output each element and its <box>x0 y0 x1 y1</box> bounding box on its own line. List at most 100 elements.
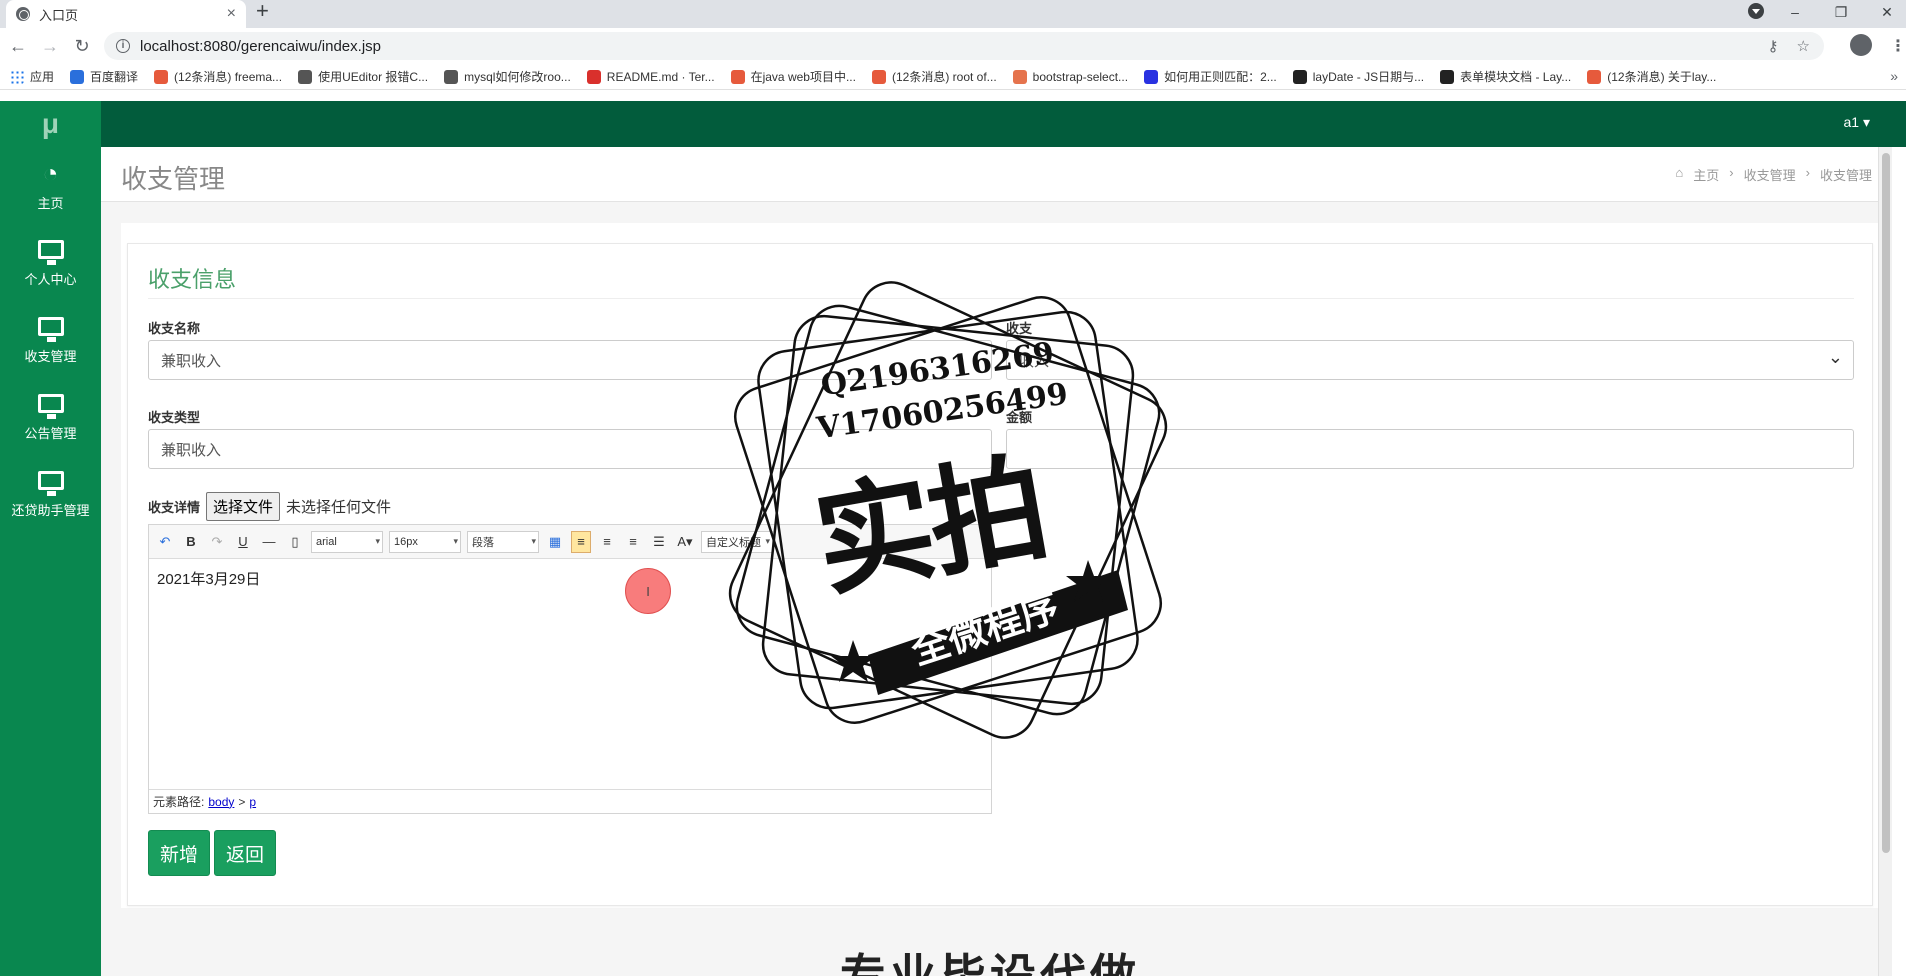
monitor-icon <box>37 316 64 342</box>
url-field[interactable]: i localhost:8080/gerencaiwu/index.jsp ⚷ … <box>104 32 1824 60</box>
bookmark-item[interactable]: 在java web项目中... <box>730 68 856 85</box>
bookmark-item[interactable]: 应用 <box>10 68 54 85</box>
window-controls: – ❐ ✕ <box>1772 0 1906 24</box>
tab-search-icon[interactable] <box>1748 3 1764 19</box>
bookmark-favicon-icon <box>730 69 745 84</box>
breadcrumb-section[interactable]: 收支管理 <box>1744 165 1796 184</box>
bookmark-item[interactable]: layDate - JS日期与... <box>1292 68 1425 85</box>
sidebar-item-label: 公告管理 <box>24 425 77 441</box>
section-title: 收支信息 <box>148 267 237 292</box>
sidebar-item-loan-helper[interactable]: 还贷助手管理 <box>0 455 101 532</box>
back-button[interactable]: 返回 <box>214 830 276 876</box>
top-navbar: a1 ▾ <box>101 101 1906 147</box>
bookmark-item[interactable]: 表单模块文档 - Lay... <box>1440 68 1571 85</box>
type-field[interactable]: 兼职收入 <box>148 429 992 469</box>
home-icon: ⌂ <box>1675 165 1684 180</box>
monitor-icon <box>37 393 64 419</box>
tab-title: 入口页 <box>39 7 79 23</box>
bookmark-label: layDate - JS日期与... <box>1312 70 1425 84</box>
custom-title-select[interactable]: 自定义标题 <box>701 530 773 553</box>
sidebar-item-finance[interactable]: 收支管理 <box>0 301 101 378</box>
underline-icon[interactable]: U <box>233 531 253 553</box>
align-justify-icon[interactable]: ☰ <box>649 531 669 553</box>
dashboard-icon: ◔ <box>42 158 59 188</box>
bookmark-star-icon[interactable]: ☆ <box>1797 37 1810 55</box>
editor-content[interactable]: 2021年3月29日 <box>149 559 991 598</box>
bookmark-label: (12条消息) freema... <box>174 70 283 84</box>
bookmark-label: (12条消息) 关于lay... <box>1607 70 1717 84</box>
close-window-button[interactable]: ✕ <box>1864 4 1906 21</box>
bookmark-item[interactable]: 使用UEditor 报错C... <box>298 68 428 85</box>
name-field[interactable]: 兼职收入 <box>148 340 992 380</box>
forward-icon[interactable]: → <box>36 36 64 57</box>
align-left-icon[interactable]: ≡ <box>571 530 591 553</box>
choose-file-button[interactable]: 选择文件 <box>206 492 281 521</box>
sidebar-item-label: 收支管理 <box>24 348 77 364</box>
bookmark-favicon-icon <box>1292 69 1307 84</box>
table-icon[interactable]: ▦ <box>545 531 565 553</box>
bookmark-label: 使用UEditor 报错C... <box>318 70 429 84</box>
bookmark-item[interactable]: (12条消息) root of... <box>871 68 997 85</box>
bookmark-item[interactable]: (12条消息) freema... <box>154 68 282 85</box>
bookmark-favicon-icon <box>1440 69 1455 84</box>
paragraph-select[interactable]: 段落 <box>467 530 539 553</box>
browser-menu-icon[interactable]: ⋮ <box>1890 36 1906 56</box>
user-menu[interactable]: a1 ▾ <box>1844 114 1871 131</box>
direction-select[interactable]: 收入 <box>1006 340 1854 380</box>
bookmark-label: mysql如何修改roo... <box>464 70 571 84</box>
app-logo[interactable]: μ <box>0 101 101 147</box>
footer-text: 专业毕设代做 <box>840 950 1140 976</box>
sidebar-item-home[interactable]: ◔ 主页 <box>0 147 101 224</box>
text-cursor-indicator: I <box>625 568 671 614</box>
form-container: 收支信息 收支名称 兼职收入 收支 收入 收支类型 兼职收入 金额 收支详情 选… <box>121 223 1879 908</box>
bookmark-item[interactable]: README.md · Ter... <box>586 69 715 84</box>
bookmark-item[interactable]: 百度翻译 <box>70 68 138 85</box>
font-family-select[interactable]: arial <box>311 530 383 553</box>
add-button[interactable]: 新增 <box>148 830 210 876</box>
page-scrollbar[interactable] <box>1878 147 1892 976</box>
browser-tab[interactable]: 入口页 × <box>6 0 246 28</box>
minimize-button[interactable]: – <box>1772 4 1818 20</box>
bookmark-item[interactable]: (12条消息) 关于lay... <box>1587 68 1716 85</box>
breadcrumb-home[interactable]: 主页 <box>1693 165 1719 184</box>
sidebar-item-profile[interactable]: 个人中心 <box>0 224 101 301</box>
path-p-link[interactable]: p <box>249 795 256 809</box>
sidebar-item-notice[interactable]: 公告管理 <box>0 378 101 455</box>
page-icon[interactable]: ▯ <box>285 531 305 553</box>
direction-value: 收入 <box>1019 352 1050 370</box>
page-title: 收支管理 <box>121 164 226 194</box>
new-tab-button[interactable]: + <box>256 0 269 24</box>
bookmark-item[interactable]: bootstrap-select... <box>1012 69 1128 84</box>
profile-avatar-icon[interactable] <box>1850 34 1872 56</box>
scroll-thumb[interactable] <box>1882 153 1890 853</box>
bookmark-favicon-icon <box>871 69 886 84</box>
undo-icon[interactable]: ↶ <box>155 531 175 553</box>
bookmark-item[interactable]: mysql如何修改roo... <box>444 68 571 85</box>
align-center-icon[interactable]: ≡ <box>623 531 643 553</box>
horizontal-rule-icon[interactable]: — <box>259 531 279 553</box>
amount-field[interactable] <box>1006 429 1854 469</box>
name-label: 收支名称 <box>148 321 201 336</box>
chevron-right-icon: › <box>1805 165 1810 180</box>
align-right-icon[interactable]: ≡ <box>597 531 617 553</box>
bold-icon[interactable]: B <box>181 531 201 553</box>
bookmark-item[interactable]: 如何用正则匹配：2... <box>1144 68 1277 85</box>
reload-icon[interactable]: ↻ <box>68 36 96 57</box>
restore-button[interactable]: ❐ <box>1818 4 1864 21</box>
font-color-icon[interactable]: A▾ <box>675 531 695 553</box>
key-icon[interactable]: ⚷ <box>1768 37 1779 55</box>
path-body-link[interactable]: body <box>208 795 234 809</box>
editor-paragraph: 2021年3月29日 <box>157 571 261 588</box>
detail-label: 收支详情 <box>148 500 201 515</box>
monitor-icon <box>37 470 64 496</box>
back-icon[interactable]: ← <box>4 36 32 57</box>
tab-close-icon[interactable]: × <box>227 5 236 23</box>
bookmark-favicon-icon <box>1012 69 1027 84</box>
more-bookmarks-icon[interactable]: » <box>1890 68 1898 84</box>
path-separator: > <box>238 794 246 809</box>
redo-icon[interactable]: ↷ <box>207 531 227 553</box>
bookmark-label: 在java web项目中... <box>750 70 856 84</box>
font-size-select[interactable]: 16px <box>389 530 461 553</box>
info-icon[interactable]: i <box>116 39 130 53</box>
name-value: 兼职收入 <box>161 352 222 370</box>
